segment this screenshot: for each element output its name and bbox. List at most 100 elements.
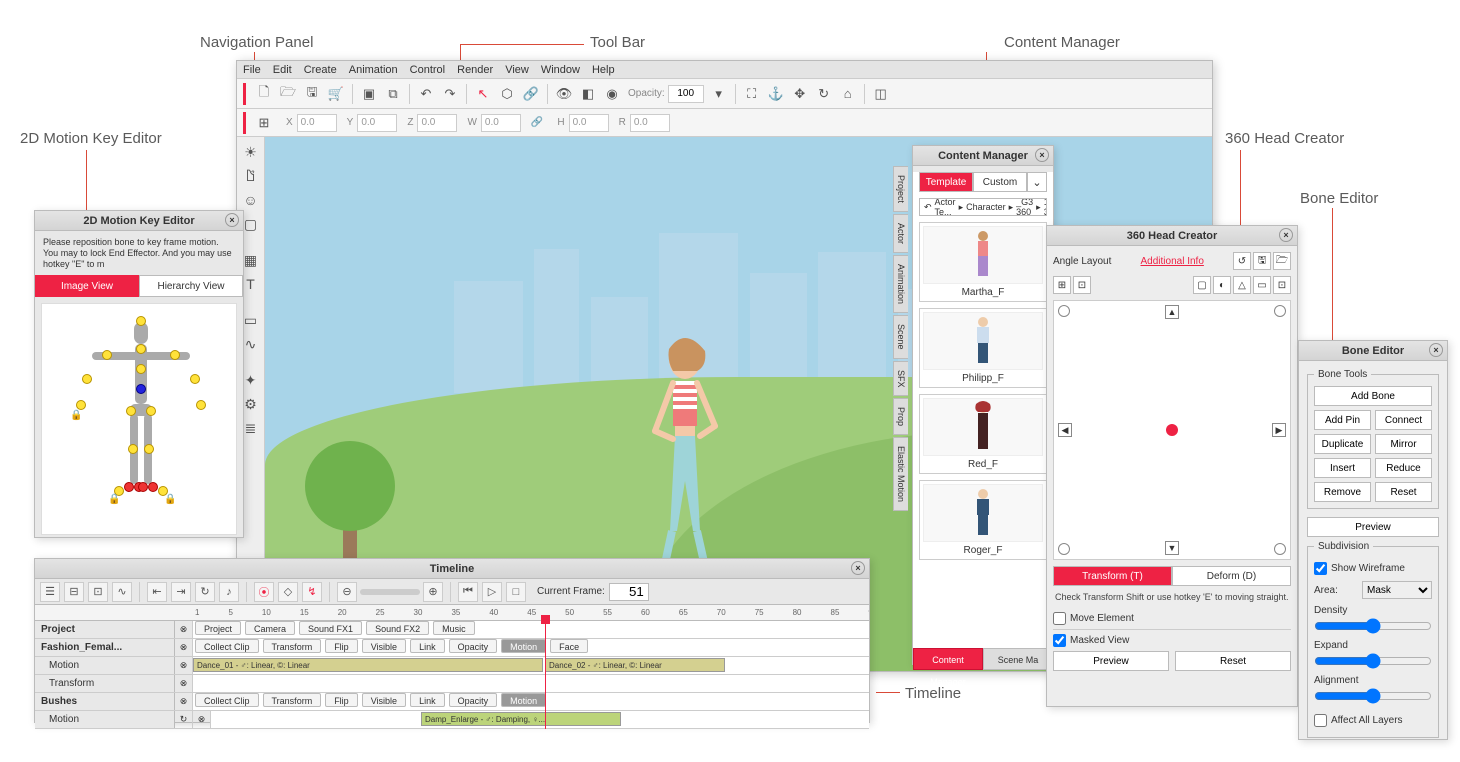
nav-right-icon[interactable]: ▶ [1272, 423, 1286, 437]
r-input[interactable] [630, 114, 670, 132]
opacity-input[interactable] [668, 85, 704, 103]
clip[interactable]: Damp_Enlarge - ♂: Damping, ♀... [421, 712, 621, 726]
tl-prev-key-icon[interactable]: ⇤ [147, 582, 167, 602]
duplicate-button[interactable]: Duplicate [1314, 434, 1371, 454]
tl-collapse-icon[interactable]: ⊡ [88, 582, 108, 602]
tl-btn[interactable]: Sound FX2 [366, 621, 429, 635]
tl-break-icon[interactable]: ↯ [302, 582, 322, 602]
opt5-icon[interactable]: ⊡ [1273, 276, 1291, 294]
mirror-button[interactable]: Mirror [1375, 434, 1432, 454]
y-input[interactable] [357, 114, 397, 132]
eye-icon[interactable]: ◉ [601, 83, 623, 105]
tl-btn[interactable]: Music [433, 621, 475, 635]
cart-icon[interactable]: 🛒 [325, 83, 347, 105]
opt3-icon[interactable]: △ [1233, 276, 1251, 294]
expand-slider[interactable] [1314, 653, 1432, 669]
nav-left-icon[interactable]: ◀ [1058, 423, 1072, 437]
menu-help[interactable]: Help [592, 64, 615, 76]
content-item[interactable]: Roger_F [919, 480, 1047, 560]
tab-deform[interactable]: Deform (D) [1172, 566, 1291, 586]
layer-icon[interactable]: ◧ [577, 83, 599, 105]
remove-button[interactable]: Remove [1314, 482, 1371, 502]
home-icon[interactable]: ⌂ [837, 83, 859, 105]
h-input[interactable] [569, 114, 609, 132]
dropdown-icon[interactable]: ⌄ [1027, 172, 1047, 192]
x-input[interactable] [297, 114, 337, 132]
actor-tool-icon[interactable]: 𐀃 [240, 165, 262, 187]
open-file-icon[interactable]: 🗁 [277, 83, 299, 105]
lock-icon[interactable]: 🔒 [108, 494, 120, 505]
clip[interactable]: Dance_02 - ♂: Linear, ©: Linear [545, 658, 725, 672]
tl-list-icon[interactable]: ☰ [40, 582, 60, 602]
sidetab-actor[interactable]: Actor [893, 214, 908, 253]
opt1-icon[interactable]: ▢ [1193, 276, 1211, 294]
lock-icon[interactable]: 🔗 [531, 117, 543, 128]
tl-stop-icon[interactable]: □ [506, 582, 526, 602]
save-angle-icon[interactable]: 🖫 [1253, 252, 1271, 270]
nav-up-icon[interactable]: ▲ [1165, 305, 1179, 319]
tl-btn[interactable]: Sound FX1 [299, 621, 362, 635]
menu-animation[interactable]: Animation [349, 64, 398, 76]
camera-fit-icon[interactable]: ⛶ [741, 83, 763, 105]
sidetab-sfx[interactable]: SFX [893, 361, 908, 397]
shape-icon[interactable]: ⬡ [496, 83, 518, 105]
bottom-tab-scene[interactable]: Scene Ma [983, 648, 1053, 670]
undo-icon[interactable]: ↶ [415, 83, 437, 105]
lock-icon[interactable]: 🔒 [70, 410, 82, 421]
tl-music-icon[interactable]: ♪ [219, 582, 239, 602]
folder-icon[interactable]: 🗁 [1273, 252, 1291, 270]
close-row-icon[interactable]: ⊗ [175, 693, 193, 710]
tab-transform[interactable]: Transform (T) [1053, 566, 1172, 586]
w-input[interactable] [481, 114, 521, 132]
preview-button[interactable]: Preview [1053, 651, 1169, 671]
move-icon[interactable]: ✥ [789, 83, 811, 105]
tl-loop-icon[interactable]: ↻ [195, 582, 215, 602]
bottom-tab-content[interactable]: Content Manager [913, 648, 983, 670]
close-icon[interactable]: × [851, 561, 865, 575]
opt2-icon[interactable]: ◐ [1213, 276, 1231, 294]
masked-view-checkbox[interactable]: Masked View [1053, 634, 1291, 647]
wireframe-checkbox[interactable]: Show Wireframe [1314, 562, 1432, 575]
corner-handle[interactable] [1274, 543, 1286, 555]
grid3-icon[interactable]: ⊞ [1053, 276, 1071, 294]
corner-handle[interactable] [1058, 543, 1070, 555]
tl-zoom-in-icon[interactable]: ⊕ [423, 582, 443, 602]
z-input[interactable] [417, 114, 457, 132]
additional-info-link[interactable]: Additional Info [1141, 256, 1204, 267]
close-icon[interactable]: × [1035, 148, 1049, 162]
sidetab-prop[interactable]: Prop [893, 398, 908, 435]
move-element-checkbox[interactable]: Move Element [1053, 612, 1291, 625]
close-row-icon[interactable]: ⊗ [175, 675, 193, 692]
show-hide-icon[interactable]: 👁 [553, 83, 575, 105]
clip[interactable]: Dance_01 - ♂: Linear, ©: Linear [193, 658, 543, 672]
tab-image-view[interactable]: Image View [35, 275, 139, 297]
preview-button[interactable]: Preview [1307, 517, 1439, 537]
pose-tool-icon[interactable]: ☀ [240, 141, 262, 163]
timeline-ruler[interactable]: 15101520253035404550556065707580859095 [35, 605, 869, 621]
menu-file[interactable]: File [243, 64, 261, 76]
current-frame-input[interactable] [609, 583, 649, 601]
link-icon[interactable]: 🔗 [520, 83, 542, 105]
close-row-icon[interactable]: ⊗ [175, 621, 193, 638]
reduce-button[interactable]: Reduce [1375, 458, 1432, 478]
tl-play-icon[interactable]: ▷ [482, 582, 502, 602]
affect-all-checkbox[interactable]: Affect All Layers [1314, 714, 1432, 727]
tl-first-icon[interactable]: ⏮ [458, 582, 478, 602]
menu-render[interactable]: Render [457, 64, 493, 76]
close-icon[interactable]: × [225, 213, 239, 227]
menu-view[interactable]: View [505, 64, 529, 76]
density-slider[interactable] [1314, 618, 1432, 634]
tab-template[interactable]: Template [919, 172, 973, 192]
render-video-icon[interactable]: ⧉ [382, 83, 404, 105]
menu-edit[interactable]: Edit [273, 64, 292, 76]
reset-angle-icon[interactable]: ↺ [1233, 252, 1251, 270]
tl-btn[interactable]: Camera [245, 621, 295, 635]
tl-record-icon[interactable]: ⦿ [254, 582, 274, 602]
insert-button[interactable]: Insert [1314, 458, 1371, 478]
tab-hierarchy-view[interactable]: Hierarchy View [139, 275, 243, 297]
face-tool-icon[interactable]: ☺ [240, 189, 262, 211]
sidetab-project[interactable]: Project [893, 166, 908, 212]
rotate-icon[interactable]: ↻ [813, 83, 835, 105]
breadcrumb[interactable]: ↶ Actor Te...▸Character▸_G3 360▸1_G3 3..… [919, 198, 1047, 216]
reset-button[interactable]: Reset [1375, 482, 1432, 502]
